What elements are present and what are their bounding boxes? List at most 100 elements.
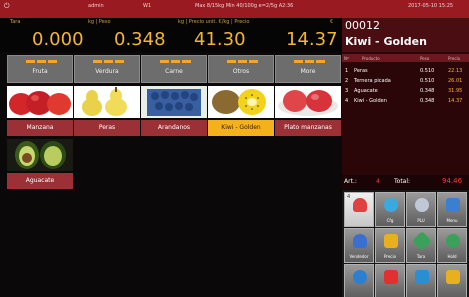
config-label: Cfg [386,218,394,223]
avocado-image [7,139,73,171]
row-price: 31.95 [448,88,463,94]
row-number: 4 [345,98,349,104]
ticket-row[interactable]: 4 Kiwi - Golden 0.348 14.37 [342,96,469,106]
row-product: Kiwi - Golden [354,98,387,104]
receipt-button[interactable] [437,264,467,297]
vendors-icon [353,234,367,248]
items-count: 4 [376,178,380,185]
row-number: 3 [345,88,349,94]
ticket-row[interactable]: 3 Aguacate 0.348 31.95 [342,86,469,96]
arrows-button[interactable] [406,264,436,297]
ticket-list: Nº Producto Peso Precio 1 Peras 0.510 22… [342,52,469,175]
product-manzana[interactable]: Manzana [7,86,73,138]
row-weight: 0.510 [420,78,435,84]
ticket-row[interactable]: 2 Ternera picada 0.510 26.01 [342,76,469,86]
row-product: Aguacate [354,88,378,94]
col-peso: Peso [420,56,430,61]
menu-button[interactable]: Menu [437,192,467,227]
product-aguacate[interactable]: Aguacate [7,139,73,191]
price-label: Precio [383,254,397,259]
category-carne[interactable]: Carne [141,55,207,83]
plu-button[interactable]: PLU [406,192,436,227]
blueberries-image [141,86,207,118]
euro-label: € [330,19,334,25]
row-number: 1 [345,68,349,74]
tare-button[interactable]: Tara [406,228,436,263]
tare-label: Tara [416,254,426,259]
tara-label: Tara [10,19,21,25]
terminal-id: W1 [143,3,152,9]
datetime: 2017-05-10 15:25 [408,3,454,9]
product-label: Arandanos [141,120,207,136]
drop-button[interactable] [344,264,374,297]
current-item-panel: 00012 Kiwi - Golden [342,18,469,52]
ticket-header: Nº Producto Peso Precio [342,54,469,62]
total-label: Total: [394,178,411,185]
coins-icon [384,234,398,248]
totals-bar: Art.: 4 Total: 94.46 [342,175,469,189]
drop-icon [353,270,367,284]
user-icon [353,198,367,212]
peso-label: kg | Peso [88,19,111,25]
vendor-button[interactable]: Vendedor [344,228,374,263]
receipt-icon [446,270,460,284]
peso-value: 0.348 [114,29,166,50]
scale-labels: Tara kg | Peso kg | Precio unit. €/kg | … [0,18,342,27]
category-otros[interactable]: Otros [208,55,274,83]
tara-value: 0.000 [32,29,84,50]
row-product: Ternera picada [354,78,391,84]
user-button[interactable]: 4 [344,192,374,227]
items-label: Art.: [344,178,357,185]
total-value: 94.46 [442,177,463,185]
row-weight: 0.348 [420,98,435,104]
pears-image [74,86,140,118]
hold-label: Hold [447,254,457,259]
power-icon[interactable]: ⏻ [4,2,10,11]
col-precio: Precio [448,56,461,61]
item-name: Kiwi - Golden [345,35,427,48]
row-price: 14.37 [448,98,463,104]
arrows-icon [415,270,429,284]
product-arandanos[interactable]: Arandanos [141,86,207,138]
category-verdura[interactable]: Verdura [74,55,140,83]
col-producto: Producto [362,56,380,61]
product-label: Plato manzanas [275,120,341,136]
product-label: Peras [74,120,140,136]
item-code: 00012 [345,19,380,32]
golden-kiwi-image [208,86,274,118]
apples-image [7,86,73,118]
col-n: Nº [344,56,349,61]
category-fruta[interactable]: Fruta [7,55,73,83]
function-keypad: 4 Cfg PLU Menu Vendedor Precio Tara Hold [342,190,469,297]
row-price: 26.01 [448,78,463,84]
vendor-label: Vendedor [349,254,369,259]
category-label: More [300,68,316,75]
menu-icon [446,198,460,212]
ticket-row[interactable]: 1 Peras 0.510 22.13 [342,66,469,76]
cancel-button[interactable] [375,264,405,297]
operator-name: admin [88,3,104,9]
product-label: Manzana [7,120,73,136]
config-button[interactable]: Cfg [375,192,405,227]
precio-label: kg | Precio unit. €/kg | Precio [178,19,250,25]
price-button[interactable]: Precio [375,228,405,263]
price-value: 14.37 [286,29,338,50]
row-weight: 0.510 [420,68,435,74]
hold-button[interactable]: Hold [437,228,467,263]
product-kiwi-golden[interactable]: Kiwi - Golden [208,86,274,138]
category-label: Verdura [95,68,119,75]
menu-label: Menu [446,218,458,223]
plu-label: PLU [417,218,425,223]
scale-display: 0.000 0.348 41.30 14.37 [0,27,342,52]
row-weight: 0.348 [420,88,435,94]
status-bar: ⏻ admin W1 Max 8/15kg Min 40/100g e=2/5g… [0,0,469,18]
category-more[interactable]: More [275,55,341,83]
product-plato-manzanas[interactable]: Plato manzanas [275,86,341,138]
product-label: Kiwi - Golden [208,120,274,136]
category-label: Fruta [32,68,48,75]
scale-range: Max 8/15kg Min 40/100g e=2/5g A2:36 [195,3,294,9]
tare-icon [412,231,432,251]
product-peras[interactable]: Peras [74,86,140,138]
unit-price-value: 41.30 [194,29,246,50]
row-number: 2 [345,78,349,84]
